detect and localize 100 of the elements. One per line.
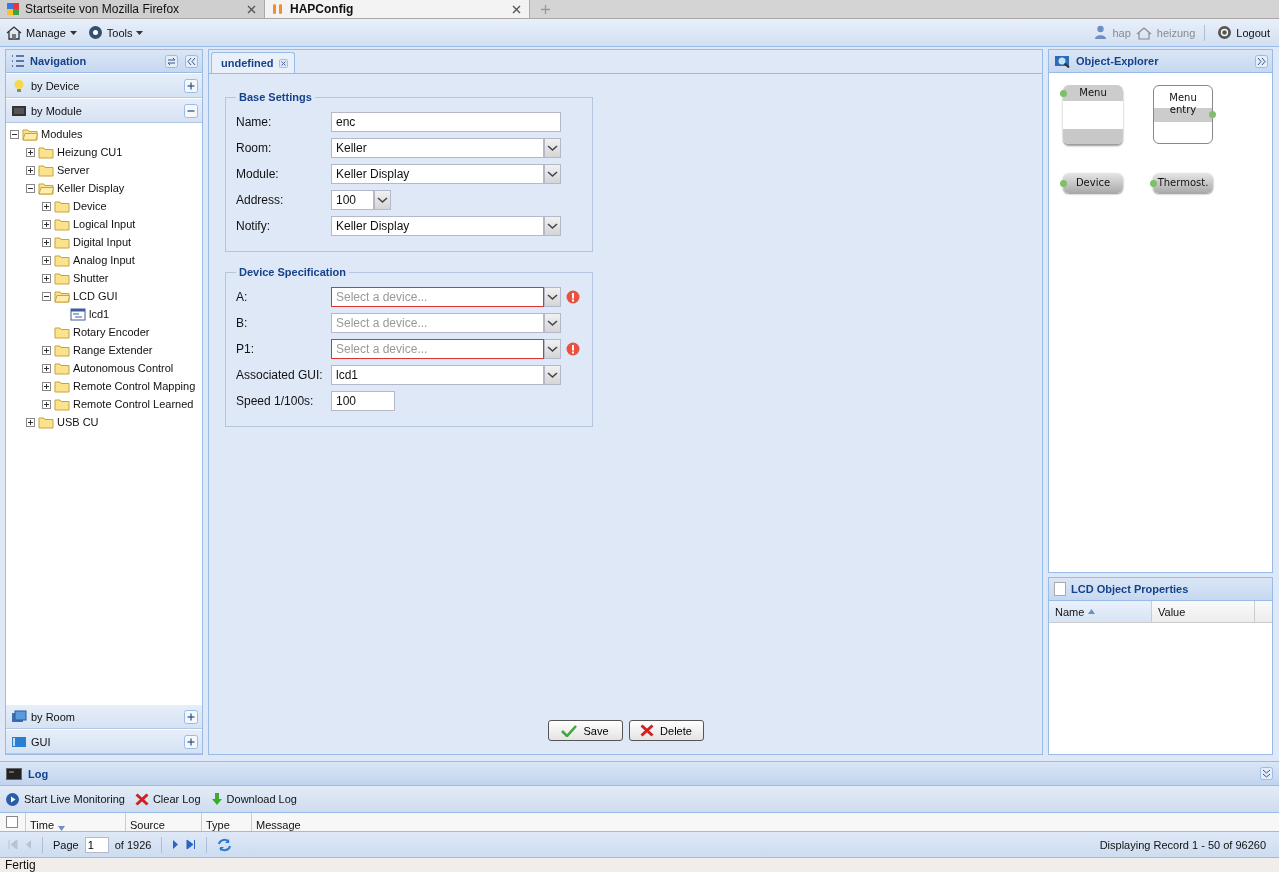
record-summary: Displaying Record 1 - 50 of 96260 [1099, 838, 1266, 851]
close-icon[interactable] [247, 4, 256, 14]
column-header[interactable]: Value [1152, 601, 1255, 622]
input-field[interactable]: enc [331, 112, 561, 132]
expand-icon[interactable] [42, 399, 51, 409]
tree-node[interactable]: Analog Input [73, 254, 135, 266]
close-icon[interactable] [278, 58, 288, 68]
monitoring-button[interactable]: Start Live Monitoring [2, 789, 128, 809]
logout-button[interactable]: Logout [1214, 23, 1273, 42]
tree-node[interactable]: Autonomous Control [73, 362, 174, 374]
select-field[interactable]: Keller Display [331, 164, 544, 184]
tree-node[interactable]: Shutter [73, 272, 109, 284]
panel-title: Log [28, 767, 49, 780]
collapse-left-icon[interactable] [185, 54, 198, 68]
flame-icon [271, 2, 285, 16]
browser-tab[interactable]: Startseite von Mozilla Firefox [0, 0, 265, 18]
select-field[interactable]: Select a device... [331, 287, 544, 307]
tree-node[interactable]: lcd1 [89, 308, 110, 320]
tree-node[interactable]: LCD GUI [73, 290, 118, 302]
error-icon [566, 290, 580, 304]
expand-icon[interactable] [42, 273, 51, 283]
delete-button[interactable]: Delete [628, 720, 704, 741]
dropdown-button[interactable] [544, 216, 561, 236]
folder-icon [54, 361, 70, 375]
refresh-icon[interactable] [217, 837, 233, 852]
object-widget[interactable]: Menu entry [1153, 85, 1213, 144]
column-header[interactable]: Time [25, 813, 125, 831]
next-page-icon[interactable] [172, 839, 181, 850]
username: hap [1112, 26, 1131, 39]
collapse-icon[interactable] [26, 183, 35, 193]
expand-icon[interactable] [42, 363, 51, 373]
object-pill[interactable]: Device [1063, 173, 1123, 193]
last-page-icon[interactable] [186, 839, 197, 850]
settings-icon [87, 25, 103, 40]
checkbox[interactable] [6, 816, 18, 828]
expand-icon[interactable] [42, 381, 51, 391]
page-field[interactable]: 1 [84, 836, 109, 853]
expand-icon[interactable] [26, 417, 35, 427]
dropdown-button[interactable] [544, 339, 561, 359]
tree-node[interactable]: Keller Display [57, 182, 125, 194]
cross-icon [640, 724, 655, 737]
column-header[interactable]: Name [1049, 601, 1152, 622]
expand-icon[interactable] [42, 201, 51, 211]
tree-node[interactable]: Digital Input [73, 236, 132, 248]
collapse-icon[interactable] [42, 291, 51, 301]
error-icon [566, 342, 580, 356]
column-header[interactable]: Source [125, 813, 201, 831]
collapse-down-icon[interactable] [1260, 767, 1273, 780]
object-pill[interactable]: Thermost. [1153, 173, 1213, 193]
expand-icon[interactable] [26, 165, 35, 175]
save-button[interactable]: Save [547, 720, 623, 741]
screen-icon [11, 734, 27, 749]
select-field[interactable]: Keller [331, 138, 544, 158]
field-label: P1: [236, 342, 255, 356]
select-field[interactable]: lcd1 [331, 365, 544, 385]
tree-node[interactable]: USB CU [57, 416, 99, 428]
tree-node[interactable]: Remote Control Learned [73, 398, 194, 410]
dropdown-button[interactable] [544, 138, 561, 158]
dropdown-button[interactable] [544, 365, 561, 385]
tree-node[interactable]: Rotary Encoder [73, 326, 150, 338]
expand-icon[interactable] [42, 255, 51, 265]
tree-node[interactable]: Device [73, 200, 107, 212]
expand-icon[interactable] [42, 237, 51, 247]
checkmark-icon [561, 724, 578, 737]
dropdown-button[interactable] [544, 164, 561, 184]
menu-button[interactable]: Tools [84, 23, 147, 42]
expand-icon[interactable] [26, 147, 35, 157]
tree-node[interactable]: Modules [41, 128, 83, 140]
column-header[interactable]: Type [201, 813, 251, 831]
select-field[interactable]: Keller Display [331, 216, 544, 236]
tree-node[interactable]: Remote Control Mapping [73, 380, 196, 392]
expand-icon[interactable] [42, 219, 51, 229]
menu-button[interactable]: Manage [3, 23, 80, 42]
power-icon [1217, 25, 1233, 40]
select-field[interactable]: Select a device... [331, 339, 544, 359]
object-widget[interactable]: Menu [1063, 85, 1123, 144]
column-header[interactable]: Message [251, 813, 1279, 831]
editor-tab[interactable]: undefined [211, 52, 295, 73]
expand-icon[interactable] [42, 345, 51, 355]
dropdown-button[interactable] [544, 313, 561, 333]
tree-node[interactable]: Server [57, 164, 90, 176]
expand-right-icon[interactable] [1255, 54, 1268, 68]
dropdown-button[interactable] [544, 287, 561, 307]
dropdown-button[interactable] [374, 190, 391, 210]
select-field[interactable]: 100 [331, 190, 374, 210]
close-icon[interactable] [512, 4, 521, 14]
folder-icon [54, 235, 70, 249]
tree-node[interactable]: Logical Input [73, 218, 136, 230]
download-button[interactable]: Download Log [207, 790, 300, 808]
tree-node[interactable]: Heizung CU1 [57, 146, 123, 158]
form-icon [70, 307, 86, 321]
browser-tab[interactable]: HAPConfig [265, 0, 530, 18]
field-label: A: [236, 290, 249, 304]
refresh-icon[interactable] [165, 54, 178, 68]
select-field[interactable]: Select a device... [331, 313, 544, 333]
open-folder-icon [54, 289, 70, 303]
collapse-icon[interactable] [10, 129, 19, 139]
clear-button[interactable]: Clear Log [131, 790, 204, 808]
input-field[interactable]: 100 [331, 391, 395, 411]
tree-node[interactable]: Range Extender [73, 344, 153, 356]
